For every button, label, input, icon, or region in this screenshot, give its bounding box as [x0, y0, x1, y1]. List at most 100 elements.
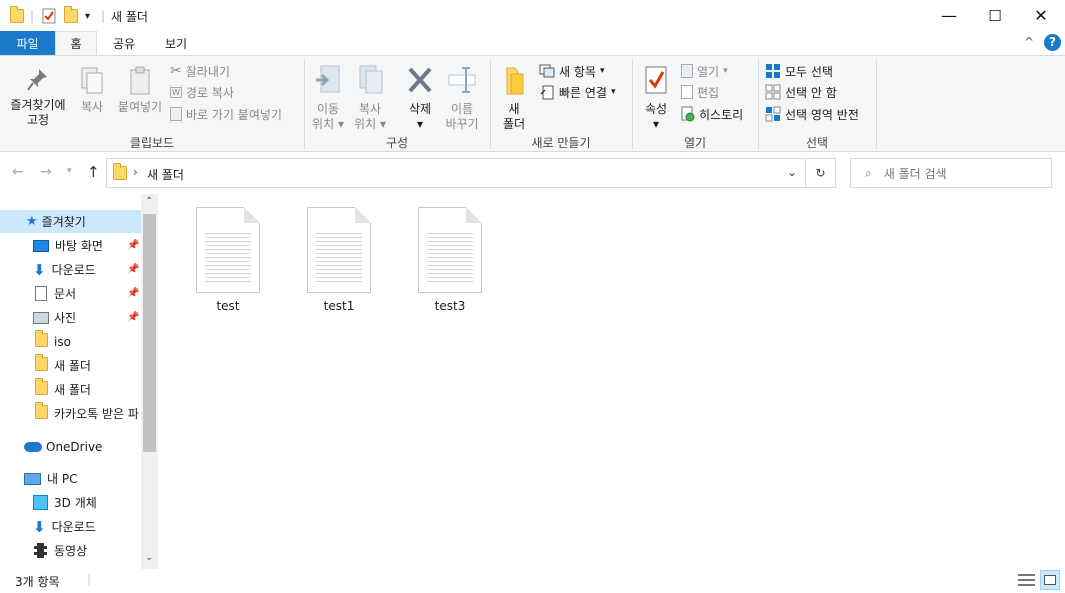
clipboard-icon	[130, 66, 150, 95]
delete-button[interactable]: 삭제 ▾	[400, 64, 440, 132]
scissors-icon: ✂	[170, 63, 182, 79]
address-bar[interactable]: › 새 폴더 ⌄	[106, 158, 806, 188]
tab-file[interactable]: 파일	[0, 31, 55, 55]
nav-pane-scrollbar[interactable]: ⌃ ⌄	[141, 194, 158, 569]
window-title: 새 폴더	[111, 10, 148, 24]
properties-button[interactable]: 속성 ▾	[638, 64, 674, 132]
details-view-icon[interactable]	[1018, 572, 1035, 588]
search-icon: ⌕	[865, 165, 872, 180]
navigation-pane: ★ 즐겨찾기 바탕 화면 📌 ⬇ 다운로드 📌 문서 📌 사진 📌 iso 새 …	[0, 209, 158, 569]
open-button[interactable]: 열기 ▾	[681, 61, 728, 81]
invert-selection-button[interactable]: 선택 영역 반전	[765, 104, 859, 124]
paste-shortcut-icon	[170, 107, 182, 121]
large-icons-view-icon[interactable]	[1040, 570, 1060, 590]
download-arrow-icon: ⬇	[33, 517, 46, 536]
nav-item-quick-access[interactable]: ★ 즐겨찾기	[0, 210, 141, 233]
copy-to-button[interactable]: 복사 위치 ▾	[350, 64, 390, 132]
history-button[interactable]: 히스토리	[681, 104, 743, 124]
recent-locations-chevron-icon[interactable]: ▾	[67, 166, 72, 176]
desktop-icon	[33, 239, 49, 252]
scroll-down-chevron-icon[interactable]: ⌄	[145, 552, 153, 563]
nav-item-onedrive[interactable]: OneDrive	[0, 435, 141, 458]
nav-item-this-pc[interactable]: 내 PC	[0, 467, 141, 490]
nav-item-pc-downloads[interactable]: ⬇ 다운로드	[0, 515, 141, 538]
file-item[interactable]: test	[180, 207, 276, 313]
file-item[interactable]: test3	[402, 207, 498, 313]
new-folder-qa-icon[interactable]	[64, 6, 78, 25]
delete-x-icon	[408, 67, 432, 93]
cloud-icon	[24, 441, 42, 452]
ribbon-tabs: 파일 홈 공유 보기 ^ ?	[0, 31, 1065, 55]
ribbon: 즐겨찾기에 고정 복사 붙여넣기 ✂ 잘라내기 W 경로 복사 바로 가기 붙여…	[0, 55, 1065, 152]
search-box[interactable]: ⌕ 새 폴더 검색	[850, 158, 1052, 188]
tab-view[interactable]: 보기	[153, 31, 199, 55]
breadcrumb-separator-icon[interactable]: ›	[133, 165, 138, 179]
minimize-button[interactable]: —	[926, 0, 972, 31]
pinned-icon: 📌	[127, 312, 140, 323]
download-arrow-icon: ⬇	[33, 260, 46, 279]
pictures-icon	[33, 311, 49, 324]
document-icon	[35, 286, 47, 301]
copy-button[interactable]: 복사	[76, 66, 108, 115]
nav-item-desktop[interactable]: 바탕 화면 📌	[0, 234, 141, 257]
separator: |	[101, 9, 106, 23]
nav-item-new-folder-2[interactable]: 새 폴더	[0, 378, 141, 401]
file-name: test	[216, 299, 240, 313]
rename-icon	[448, 67, 476, 93]
customize-qa-chevron-icon[interactable]: ▾	[85, 7, 90, 25]
nav-item-new-folder[interactable]: 새 폴더	[0, 354, 141, 377]
select-all-icon	[766, 64, 780, 78]
easy-access-button[interactable]: 빠른 연결 ▾	[539, 82, 616, 102]
nav-item-pictures[interactable]: 사진 📌	[0, 306, 141, 329]
text-document-icon	[418, 207, 482, 293]
nav-item-iso[interactable]: iso	[0, 330, 141, 353]
group-label-open: 열기	[683, 136, 707, 150]
close-button[interactable]: ✕	[1018, 0, 1064, 31]
forward-arrow-icon[interactable]: →	[40, 164, 52, 180]
path-icon: W	[170, 86, 182, 98]
properties-check-icon	[645, 66, 667, 94]
file-item[interactable]: test1	[291, 207, 387, 313]
select-none-button[interactable]: 선택 안 함	[765, 82, 837, 102]
select-all-button[interactable]: 모두 선택	[765, 61, 833, 81]
separator	[876, 59, 877, 149]
refresh-button[interactable]: ↻	[806, 158, 836, 188]
star-icon: ★	[26, 214, 38, 229]
nav-item-videos[interactable]: 동영상	[0, 539, 141, 562]
folder-icon	[35, 330, 48, 350]
nav-item-kakaotalk[interactable]: 카카오톡 받은 파	[0, 402, 141, 425]
new-item-icon	[539, 64, 555, 78]
cube-icon	[33, 495, 48, 510]
paste-button[interactable]: 붙여넣기	[114, 66, 166, 115]
address-dropdown-chevron-icon[interactable]: ⌄	[787, 165, 797, 179]
copy-path-button[interactable]: W 경로 복사	[170, 82, 234, 102]
tab-home[interactable]: 홈	[55, 31, 97, 55]
scroll-up-chevron-icon[interactable]: ⌃	[145, 196, 153, 207]
new-item-button[interactable]: 새 항목 ▾	[539, 61, 604, 81]
breadcrumb-current[interactable]: 새 폴더	[147, 166, 184, 183]
nav-item-downloads[interactable]: ⬇ 다운로드 📌	[0, 258, 141, 281]
help-icon[interactable]: ?	[1044, 34, 1061, 51]
pin-to-quick-access-button[interactable]: 즐겨찾기에 고정	[4, 66, 72, 128]
up-arrow-icon[interactable]: ↑	[87, 163, 100, 181]
back-arrow-icon[interactable]: ←	[12, 164, 24, 180]
edit-button[interactable]: 편집	[681, 82, 719, 102]
pin-icon	[27, 69, 47, 91]
new-folder-button[interactable]: 새 폴더	[496, 64, 532, 132]
cut-button[interactable]: ✂ 잘라내기	[170, 61, 230, 81]
nav-item-documents[interactable]: 문서 📌	[0, 282, 141, 305]
nav-item-3d-objects[interactable]: 3D 개체	[0, 491, 141, 514]
collapse-ribbon-icon[interactable]: ^	[1024, 35, 1034, 49]
file-name: test1	[323, 299, 355, 313]
select-none-icon	[765, 84, 781, 100]
group-label-organize: 구성	[385, 136, 409, 150]
properties-qa-icon[interactable]	[42, 7, 56, 25]
paste-shortcut-button[interactable]: 바로 가기 붙여넣기	[170, 104, 282, 124]
scrollbar-thumb[interactable]	[143, 214, 156, 452]
move-to-button[interactable]: 이동 위치 ▾	[308, 64, 348, 132]
maximize-button[interactable]: ☐	[972, 0, 1018, 31]
rename-button[interactable]: 이름 바꾸기	[442, 64, 482, 132]
search-input-placeholder[interactable]: 새 폴더 검색	[884, 165, 947, 182]
tab-share[interactable]: 공유	[101, 31, 147, 55]
group-label-new: 새로 만들기	[531, 136, 591, 150]
